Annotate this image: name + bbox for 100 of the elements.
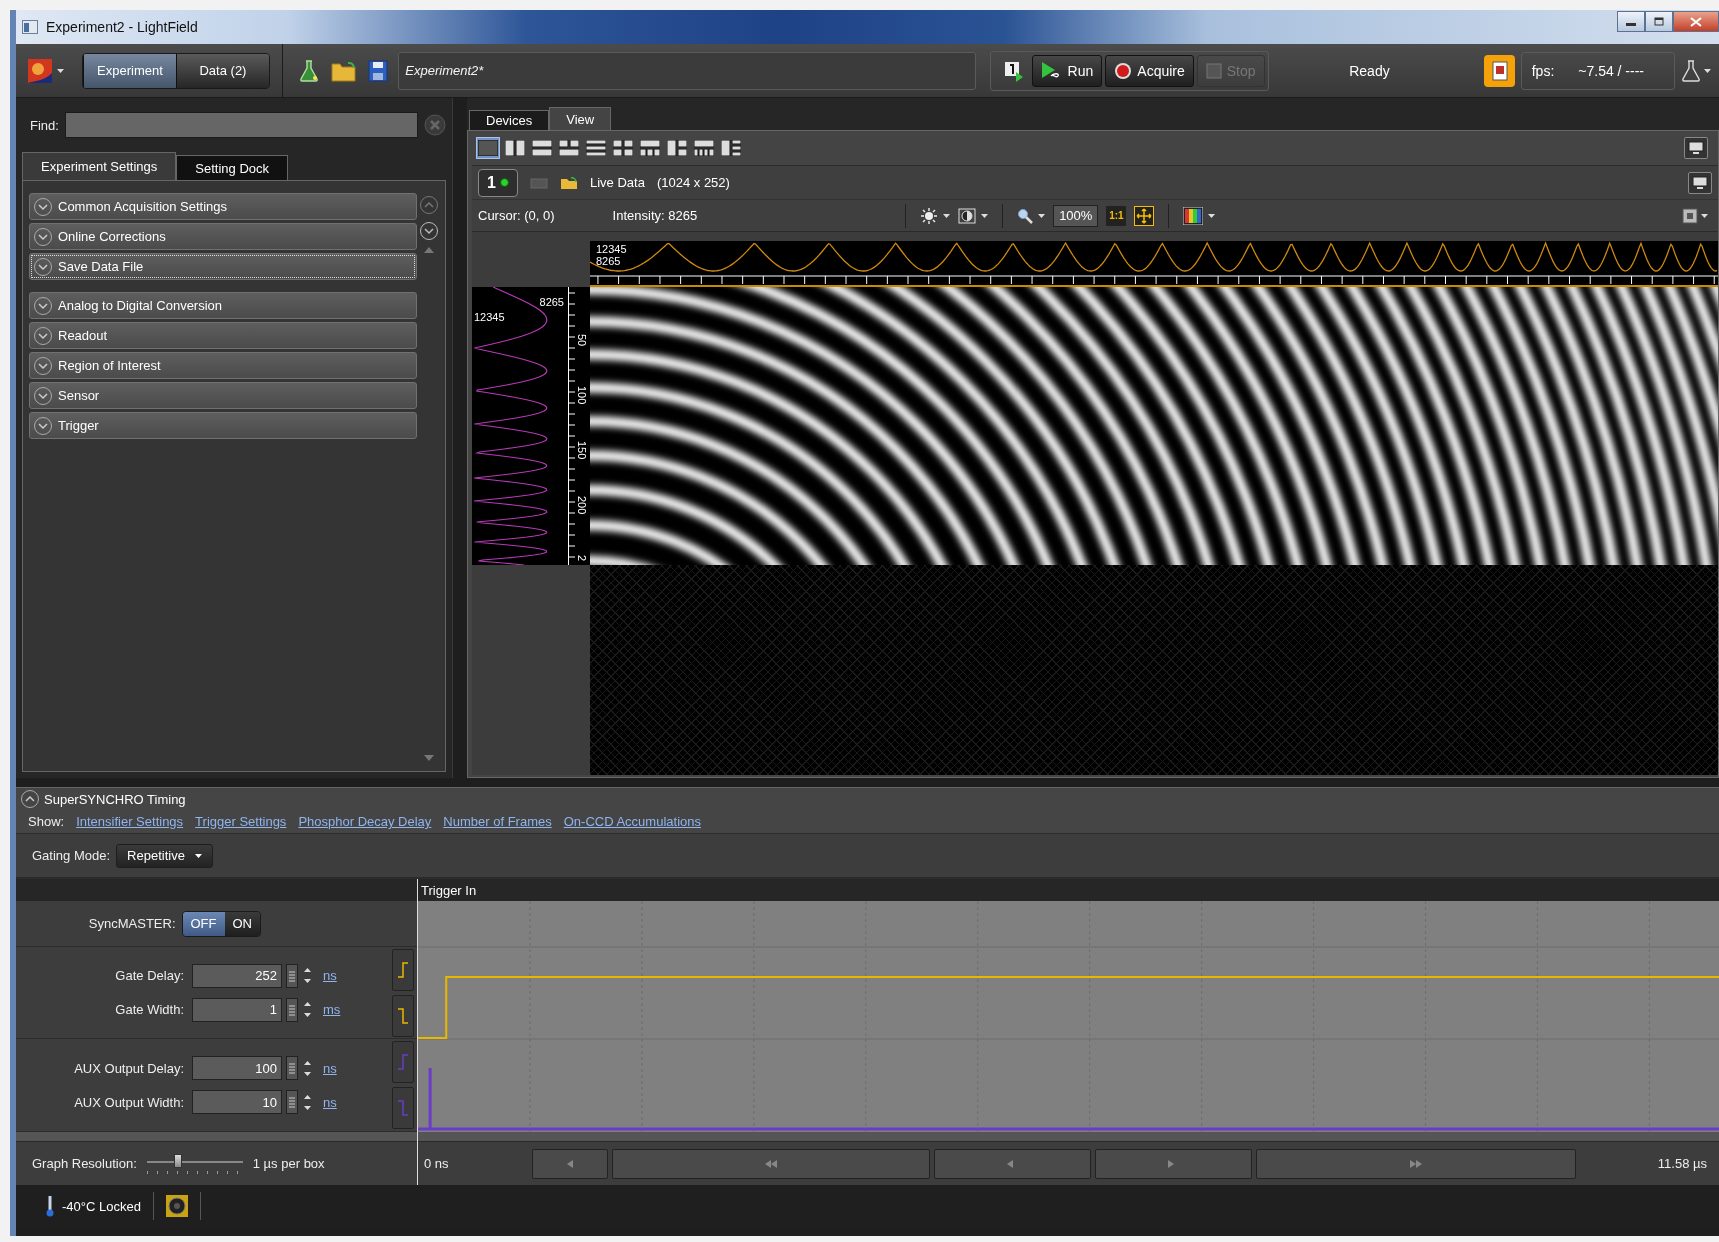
value-field[interactable]: 252: [192, 963, 282, 988]
color-map-button[interactable]: [1183, 206, 1216, 225]
display-settings-button[interactable]: [1682, 207, 1708, 224]
minimize-button[interactable]: [1617, 11, 1645, 32]
layout-button[interactable]: [530, 137, 554, 159]
actual-size-button[interactable]: 1:1: [1106, 205, 1127, 226]
fit-button[interactable]: [1134, 205, 1155, 226]
sync-toggle-option[interactable]: OFF: [182, 911, 225, 936]
settings-tab[interactable]: Setting Dock: [176, 155, 289, 180]
expand-icon: [33, 325, 53, 346]
clear-button[interactable]: [424, 114, 446, 136]
unit-link[interactable]: ns: [323, 968, 337, 983]
ruler-tick-label: 150: [576, 441, 588, 460]
contrast-icon: [958, 207, 977, 224]
acquire-button[interactable]: Acquire: [1105, 54, 1194, 87]
profile-min-label: 8265: [596, 256, 621, 267]
close-icon: [1690, 16, 1702, 27]
scroll-down-button[interactable]: [424, 755, 434, 761]
caret-icon: [981, 213, 989, 218]
edge-button[interactable]: [392, 994, 414, 1037]
settings-section[interactable]: Sensor: [29, 382, 417, 409]
gating-mode-dropdown[interactable]: Repetitive: [116, 843, 213, 868]
contrast-button[interactable]: [958, 207, 989, 224]
rewind-icon: [765, 1159, 777, 1168]
experiment-name-field: Experiment2*: [398, 51, 976, 90]
layout-button[interactable]: [557, 137, 581, 159]
layout-icon: [505, 140, 525, 156]
gating-mode-label: Gating Mode:: [32, 848, 111, 863]
cursor-readout: Cursor: (0, 0): [478, 208, 555, 223]
value-field[interactable]: 10: [192, 1090, 282, 1114]
collapse-all-button[interactable]: [419, 195, 439, 215]
run-button[interactable]: Run: [1031, 54, 1103, 87]
layout-button[interactable]: [611, 137, 635, 159]
go-to-start-button[interactable]: [532, 1148, 608, 1179]
monitor-icon: [1688, 141, 1704, 155]
mode-tab[interactable]: Experiment: [83, 53, 176, 88]
display-number-button[interactable]: 1: [478, 168, 518, 197]
layout-button[interactable]: [665, 137, 689, 159]
zoom-level-button[interactable]: 100%: [1053, 204, 1099, 227]
slider-thumb[interactable]: [173, 1153, 182, 1168]
settings-section[interactable]: Common Acquisition Settings: [29, 193, 417, 220]
view-tab[interactable]: Devices: [469, 110, 550, 130]
fast-forward-icon: [1410, 1159, 1422, 1168]
caret-icon: [1208, 213, 1216, 218]
settings-link[interactable]: Trigger Settings: [195, 814, 287, 829]
layout-button[interactable]: [503, 137, 527, 159]
device-button[interactable]: [1484, 54, 1515, 87]
unit-link[interactable]: ns: [323, 1094, 337, 1110]
layout-button[interactable]: [584, 137, 608, 159]
settings-section[interactable]: Analog to Digital Conversion: [29, 292, 417, 319]
brightness-button[interactable]: [920, 206, 951, 225]
settings-section[interactable]: Online Corrections: [29, 223, 417, 250]
parameter-label: Gate Width:: [114, 1002, 184, 1017]
settings-section[interactable]: Region of Interest: [29, 352, 417, 379]
open-button[interactable]: [560, 175, 578, 190]
monitor-button[interactable]: [1684, 137, 1708, 159]
spin-grip-icon: [286, 963, 298, 988]
view-tab[interactable]: View: [549, 107, 612, 130]
edge-button[interactable]: [392, 948, 414, 991]
layout-button[interactable]: [719, 137, 743, 159]
layout-icon: [478, 140, 498, 156]
zoom-icon: [1017, 207, 1034, 224]
monitor-button[interactable]: [1688, 171, 1712, 194]
layout-button[interactable]: [476, 137, 500, 159]
layout-button[interactable]: [692, 137, 716, 159]
layout-icon: [532, 140, 552, 156]
scroll-up-button[interactable]: [424, 247, 434, 253]
status-dot-icon: [499, 178, 509, 187]
ruler-tick-label: 200: [576, 496, 588, 515]
caret-icon: [57, 68, 64, 73]
spin-up-icon: [304, 1002, 311, 1006]
fps-value: ~7.54 / ----: [1578, 62, 1645, 79]
spin-up-icon: [304, 1060, 311, 1065]
settings-link[interactable]: On-CCD Accumulations: [563, 814, 701, 829]
find-field[interactable]: [64, 112, 418, 138]
folder-icon: [330, 59, 357, 82]
app-icon: [22, 20, 38, 34]
flask-menu-button[interactable]: [1681, 59, 1712, 82]
close-button[interactable]: [1673, 11, 1719, 32]
zoom-button[interactable]: [1017, 207, 1046, 224]
spin-down-icon: [304, 1013, 311, 1017]
settings-tab[interactable]: Experiment Settings: [22, 152, 177, 180]
collapse-icon: [20, 789, 40, 809]
settings-link[interactable]: Number of Frames: [443, 814, 552, 829]
value-field[interactable]: 100: [192, 1056, 282, 1080]
sync-toggle-option[interactable]: ON: [224, 911, 260, 936]
settings-link[interactable]: Intensifier Settings: [76, 814, 184, 829]
settings-section[interactable]: Readout: [29, 322, 417, 349]
unit-link[interactable]: ns: [323, 1060, 337, 1076]
settings-section[interactable]: Save Data File: [29, 253, 417, 280]
spin-down-icon: [304, 979, 311, 983]
value-field[interactable]: 1: [192, 997, 282, 1022]
expand-all-button[interactable]: [419, 221, 439, 241]
settings-section[interactable]: Trigger: [29, 412, 417, 439]
app-menu-button[interactable]: [28, 58, 64, 83]
layout-button[interactable]: [638, 137, 662, 159]
mode-tab[interactable]: Data (2): [176, 53, 269, 88]
unit-link[interactable]: ms: [323, 1002, 341, 1017]
settings-link[interactable]: Phosphor Decay Delay: [298, 814, 432, 829]
maximize-button[interactable]: [1645, 11, 1673, 32]
